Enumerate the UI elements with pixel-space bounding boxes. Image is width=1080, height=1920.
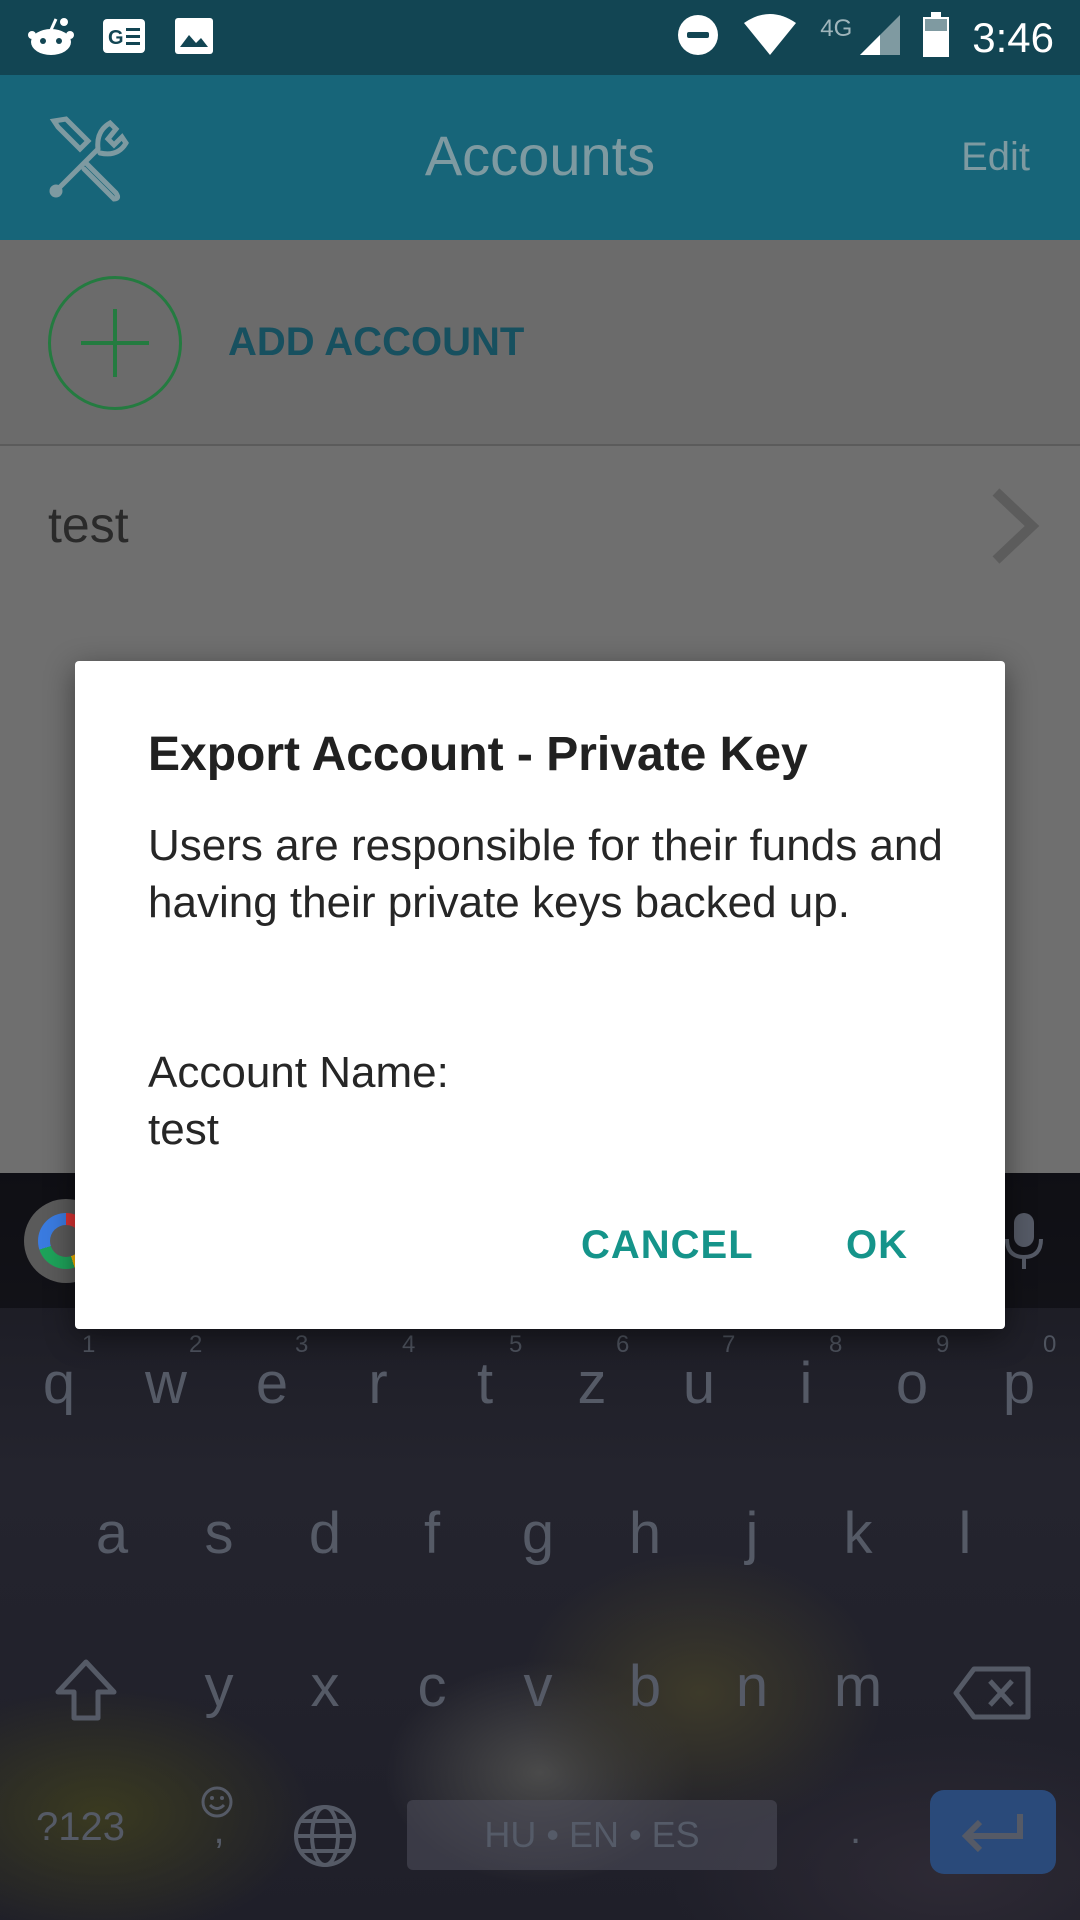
key-m[interactable]: m bbox=[818, 1653, 898, 1720]
key-j[interactable]: j bbox=[712, 1500, 792, 1567]
signal-icon bbox=[860, 15, 901, 60]
key-hint: 8 bbox=[829, 1331, 843, 1358]
shift-icon[interactable] bbox=[54, 1658, 118, 1727]
add-account-label: ADD ACCOUNT bbox=[228, 320, 525, 364]
enter-key[interactable] bbox=[930, 1790, 1056, 1874]
news-icon: G bbox=[102, 18, 146, 59]
space-key[interactable]: HU • EN • ES bbox=[407, 1800, 777, 1870]
key-e[interactable]: e bbox=[232, 1350, 312, 1417]
key-hint: 9 bbox=[936, 1331, 950, 1358]
dnd-icon bbox=[676, 13, 720, 62]
key-k[interactable]: k bbox=[818, 1500, 898, 1567]
enter-icon bbox=[960, 1810, 1026, 1859]
key-hint: 6 bbox=[616, 1331, 630, 1358]
key-hint: 1 bbox=[82, 1331, 96, 1358]
key-v[interactable]: v bbox=[498, 1653, 578, 1720]
key-hint: 7 bbox=[722, 1331, 736, 1358]
key-o[interactable]: o bbox=[872, 1350, 952, 1417]
account-name: test bbox=[48, 497, 129, 553]
account-name-value: test bbox=[148, 1105, 219, 1154]
key-hint: 5 bbox=[509, 1331, 523, 1358]
image-icon bbox=[174, 17, 214, 60]
key-l[interactable]: l bbox=[925, 1500, 1005, 1567]
period-key[interactable]: . bbox=[850, 1808, 861, 1853]
account-name-label: Account Name: bbox=[148, 1048, 449, 1097]
ok-button[interactable]: OK bbox=[846, 1223, 908, 1268]
key-i[interactable]: i bbox=[766, 1350, 846, 1417]
app-bar: Accounts Edit bbox=[0, 75, 1080, 240]
edit-button[interactable]: Edit bbox=[961, 135, 1030, 180]
key-hint: 4 bbox=[402, 1331, 416, 1358]
key-b[interactable]: b bbox=[605, 1653, 685, 1720]
status-bar: G 4G 3:46 bbox=[0, 0, 1080, 75]
key-comma[interactable]: , bbox=[179, 1808, 259, 1853]
status-time: 3:46 bbox=[972, 13, 1054, 61]
key-x[interactable]: x bbox=[285, 1653, 365, 1720]
key-d[interactable]: d bbox=[285, 1500, 365, 1567]
list-item[interactable]: test bbox=[0, 446, 1080, 616]
add-icon bbox=[48, 276, 182, 410]
key-z[interactable]: z bbox=[552, 1350, 632, 1417]
key-r[interactable]: r bbox=[338, 1350, 418, 1417]
key-u[interactable]: u bbox=[659, 1350, 739, 1417]
page-title: Accounts bbox=[424, 124, 656, 187]
key-c[interactable]: c bbox=[392, 1653, 472, 1720]
key-h[interactable]: h bbox=[605, 1500, 685, 1567]
export-dialog: Export Account - Private Key Users are r… bbox=[75, 661, 1005, 1329]
key-s[interactable]: s bbox=[179, 1500, 259, 1567]
globe-icon[interactable] bbox=[292, 1803, 358, 1874]
key-w[interactable]: w bbox=[126, 1350, 206, 1417]
key-g[interactable]: g bbox=[498, 1500, 578, 1567]
svg-text:G: G bbox=[108, 27, 124, 49]
key-y[interactable]: y bbox=[179, 1653, 259, 1720]
wifi-icon bbox=[742, 13, 798, 62]
key-a[interactable]: a bbox=[72, 1500, 152, 1567]
dialog-title: Export Account - Private Key bbox=[148, 728, 808, 781]
cancel-button[interactable]: CANCEL bbox=[581, 1223, 754, 1268]
symbols-key[interactable]: ?123 bbox=[36, 1805, 125, 1850]
key-hint: 3 bbox=[295, 1331, 309, 1358]
key-hint: 2 bbox=[189, 1331, 203, 1358]
add-account-row[interactable]: ADD ACCOUNT bbox=[0, 240, 1080, 446]
key-p[interactable]: p bbox=[979, 1350, 1059, 1417]
backspace-icon[interactable] bbox=[952, 1665, 1032, 1726]
mic-icon[interactable] bbox=[1004, 1211, 1044, 1276]
chevron-right-icon bbox=[990, 486, 1040, 571]
network-type: 4G bbox=[820, 14, 853, 42]
battery-icon bbox=[922, 12, 950, 63]
key-f[interactable]: f bbox=[392, 1500, 472, 1567]
reddit-icon bbox=[28, 16, 74, 61]
key-hint: 0 bbox=[1043, 1331, 1057, 1358]
dialog-message: Users are responsible for their funds an… bbox=[148, 821, 943, 927]
key-q[interactable]: q bbox=[19, 1350, 99, 1417]
key-t[interactable]: t bbox=[445, 1350, 525, 1417]
key-n[interactable]: n bbox=[712, 1653, 792, 1720]
